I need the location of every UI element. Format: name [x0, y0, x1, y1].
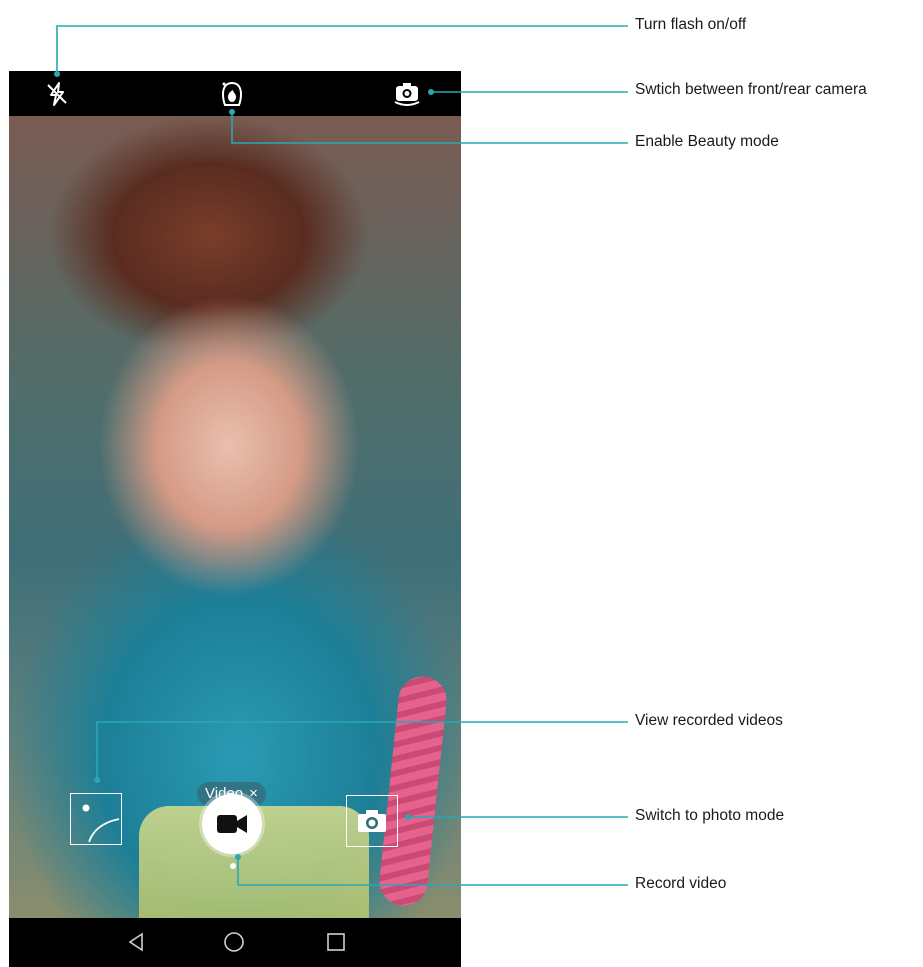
callout-photo-mode: Switch to photo mode [635, 807, 785, 824]
callout-line-beauty [231, 113, 628, 144]
callout-switch-camera: Swtich between front/rear camera [635, 81, 867, 98]
callout-flash: Turn flash on/off [635, 16, 747, 33]
callout-dot-switch-camera [428, 89, 434, 95]
callout-recorded-videos: View recorded videos [635, 712, 783, 729]
callout-dot-photo [405, 814, 411, 820]
callout-dot-record [235, 854, 241, 860]
callout-line-recorded [96, 721, 628, 780]
callout-dot-flash [54, 71, 60, 77]
callout-line-flash [56, 25, 628, 76]
callout-record-video: Record video [635, 875, 727, 892]
callout-beauty: Enable Beauty mode [635, 133, 779, 150]
callout-dot-recorded [94, 777, 100, 783]
callout-lines [54, 25, 628, 886]
callout-dot-beauty [229, 109, 235, 115]
callout-line-record [237, 857, 628, 886]
